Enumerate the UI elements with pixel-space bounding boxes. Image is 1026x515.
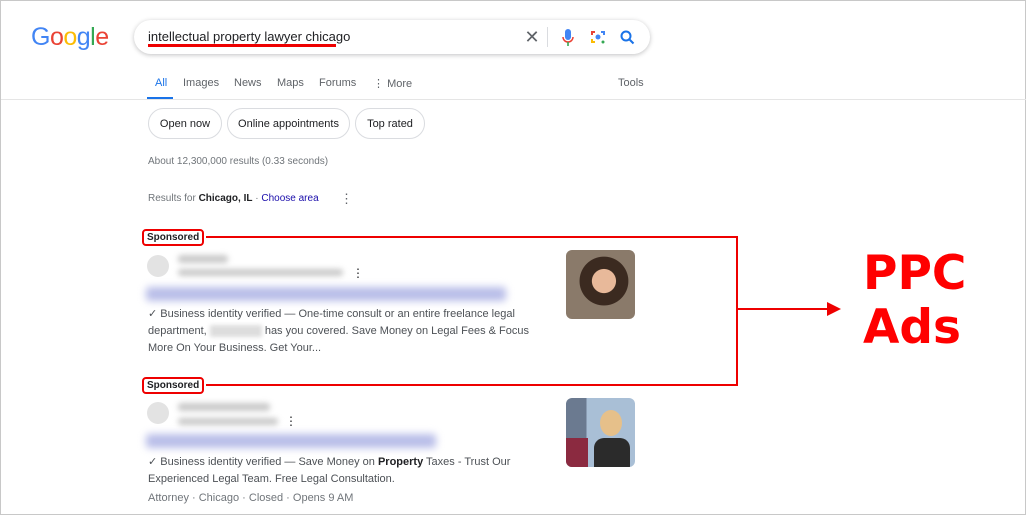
tab-more-label: More — [387, 78, 413, 90]
tab-all[interactable]: All — [155, 77, 167, 89]
ad-title-blurred[interactable] — [146, 434, 436, 448]
tab-more[interactable]: ⋮ More — [373, 77, 412, 90]
advertiser-favicon — [147, 255, 169, 277]
image-person — [600, 410, 622, 436]
location-prefix: Results for — [148, 193, 199, 204]
ad-description: ✓ Business identity verified — Save Mone… — [148, 454, 553, 488]
arrow-head-icon — [827, 302, 841, 316]
image-person-body — [594, 438, 630, 467]
ad-business-meta: Attorney · Chicago · Closed · Opens 9 AM — [148, 492, 354, 504]
annotation-line-right — [736, 236, 738, 386]
chip-top-rated[interactable]: Top rated — [355, 108, 425, 139]
verified-badge: ✓ Business identity verified — [148, 308, 282, 320]
search-icon[interactable] — [617, 27, 637, 47]
image-banner — [566, 438, 588, 467]
location-line: Results for Chicago, IL · Choose area — [148, 193, 319, 204]
ad-thumbnail-image[interactable] — [566, 398, 635, 467]
search-box[interactable]: intellectual property lawyer chicago ✕ — [134, 20, 650, 54]
ppc-ads-annotation: PPC Ads — [863, 247, 966, 355]
location-options-icon[interactable]: ⋮ — [340, 191, 353, 207]
chip-open-now[interactable]: Open now — [148, 108, 222, 139]
tab-maps[interactable]: Maps — [277, 77, 304, 89]
annotation-line2: Ads — [863, 300, 961, 355]
annotation-line-top — [206, 236, 738, 238]
ad-title-blurred[interactable] — [146, 287, 506, 301]
ad-description: ✓ Business identity verified — One-time … — [148, 306, 553, 357]
annotation-line-bottom — [206, 384, 738, 386]
location-place: Chicago, IL — [198, 193, 253, 204]
choose-area-link[interactable]: Choose area — [261, 193, 318, 204]
verified-badge: ✓ Business identity verified — [148, 456, 282, 468]
ad-options-icon[interactable]: ⋮ — [352, 266, 364, 280]
advertiser-name-blurred — [178, 255, 228, 263]
lens-icon[interactable] — [588, 27, 608, 47]
annotation-arrow-line — [737, 308, 829, 310]
ad-desc-part: — Save Money on — [281, 456, 378, 468]
ad-desc-bold: Property — [377, 456, 424, 468]
sponsored-label: Sponsored — [142, 229, 205, 246]
more-vert-icon: ⋮ — [373, 78, 388, 90]
tools-button[interactable]: Tools — [618, 77, 644, 89]
advertiser-name-blurred — [178, 403, 270, 411]
ad-options-icon[interactable]: ⋮ — [285, 414, 297, 428]
annotation-line1: PPC — [863, 246, 967, 301]
divider — [547, 27, 548, 47]
microphone-icon[interactable] — [558, 27, 578, 47]
advertiser-favicon — [147, 402, 169, 424]
redacted-name — [209, 325, 262, 338]
tab-news[interactable]: News — [234, 77, 262, 89]
google-logo[interactable]: Google — [31, 23, 109, 52]
query-underline-annotation — [148, 44, 336, 47]
advertiser-url-blurred — [178, 269, 343, 276]
clear-icon[interactable]: ✕ — [522, 27, 542, 47]
header-divider — [1, 99, 1026, 100]
tab-forums[interactable]: Forums — [319, 77, 356, 89]
chip-online-appointments[interactable]: Online appointments — [227, 108, 350, 139]
tab-images[interactable]: Images — [183, 77, 219, 89]
advertiser-url-blurred — [178, 418, 278, 425]
search-input[interactable]: intellectual property lawyer chicago — [148, 29, 350, 44]
sponsored-label: Sponsored — [142, 377, 205, 394]
ad-thumbnail-image[interactable] — [566, 250, 635, 319]
result-stats: About 12,300,000 results (0.33 seconds) — [148, 156, 329, 167]
